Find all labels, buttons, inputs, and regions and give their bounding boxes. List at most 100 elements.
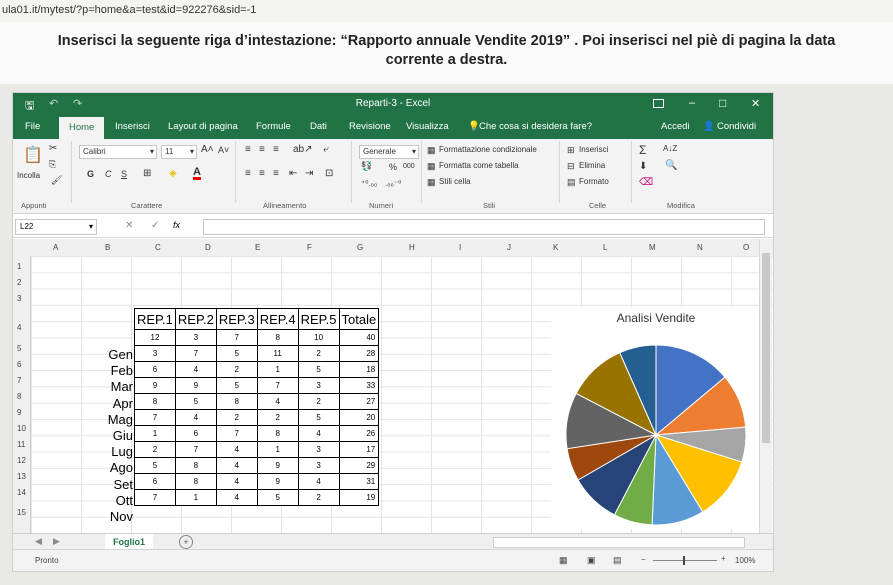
value-cell[interactable]: 7 (215, 329, 258, 346)
value-cell[interactable]: 9 (256, 473, 299, 490)
page-layout-view-icon[interactable]: ▣ (587, 555, 596, 566)
tab-page-layout[interactable]: Layout di pagina (168, 121, 238, 132)
value-cell[interactable]: 4 (215, 441, 258, 458)
borders-icon[interactable]: ⊞ (143, 168, 151, 179)
font-size-combo[interactable]: 11 ▾ (161, 145, 197, 159)
total-cell[interactable]: 31 (338, 473, 380, 490)
total-cell[interactable]: 40 (338, 329, 380, 346)
row-header[interactable]: 14 (17, 488, 26, 497)
decrease-decimal-icon[interactable]: .₀₀⁻⁰ (385, 179, 401, 188)
row-header[interactable]: 15 (17, 508, 26, 517)
scrollbar-thumb[interactable] (762, 253, 770, 443)
add-sheet-button[interactable]: + (179, 535, 193, 549)
column-header[interactable]: N (697, 243, 703, 252)
month-label[interactable]: Gen (93, 347, 133, 362)
value-cell[interactable]: 1 (256, 361, 299, 378)
align-top-icon[interactable]: ≡ (245, 144, 251, 155)
total-cell[interactable]: 19 (338, 489, 380, 506)
column-header[interactable]: F (307, 243, 312, 252)
column-header[interactable]: H (409, 243, 415, 252)
wrap-text-icon[interactable]: ⤶ (323, 144, 329, 155)
table-header[interactable]: REP.1 (134, 308, 176, 330)
total-cell[interactable]: 28 (338, 345, 380, 362)
column-header[interactable]: O (743, 243, 749, 252)
column-header[interactable]: G (357, 243, 363, 252)
align-middle-icon[interactable]: ≡ (259, 144, 265, 155)
value-cell[interactable]: 5 (215, 377, 258, 394)
column-header[interactable]: E (255, 243, 260, 252)
row-header[interactable]: 10 (17, 424, 26, 433)
value-cell[interactable]: 4 (174, 409, 217, 426)
autosum-icon[interactable]: Σ (639, 143, 646, 157)
pie-chart[interactable]: Analisi Vendite (551, 307, 761, 529)
value-cell[interactable]: 7 (174, 441, 217, 458)
zoom-level[interactable]: 100% (735, 556, 755, 565)
table-header[interactable]: REP.2 (174, 308, 217, 330)
value-cell[interactable]: 6 (174, 425, 217, 442)
value-cell[interactable]: 8 (134, 393, 176, 410)
column-header[interactable]: I (459, 243, 461, 252)
tell-me-box[interactable]: Che cosa si desidera fare? (479, 121, 592, 132)
find-select-icon[interactable]: 🔍 (665, 160, 677, 171)
tab-review[interactable]: Revisione (349, 121, 391, 132)
cut-icon[interactable]: ✂ (49, 143, 57, 154)
value-cell[interactable]: 1 (174, 489, 217, 506)
delete-cells-button[interactable]: Elimina (579, 161, 605, 170)
total-cell[interactable]: 26 (338, 425, 380, 442)
align-right-icon[interactable]: ≡ (273, 168, 279, 179)
value-cell[interactable]: 2 (297, 345, 340, 362)
total-cell[interactable]: 18 (338, 361, 380, 378)
ribbon-display-icon[interactable] (653, 99, 664, 108)
increase-decimal-icon[interactable]: ⁺⁰.₀₀ (361, 179, 377, 188)
cancel-icon[interactable]: ✕ (125, 220, 133, 231)
sign-in-link[interactable]: Accedi (661, 121, 690, 132)
row-header[interactable]: 13 (17, 472, 26, 481)
zoom-slider[interactable] (653, 560, 717, 561)
font-color-icon[interactable]: A (193, 167, 201, 180)
value-cell[interactable]: 4 (215, 489, 258, 506)
total-cell[interactable]: 33 (338, 377, 380, 394)
align-center-icon[interactable]: ≡ (259, 168, 265, 179)
value-cell[interactable]: 4 (256, 393, 299, 410)
align-left-icon[interactable]: ≡ (245, 168, 251, 179)
value-cell[interactable]: 5 (297, 409, 340, 426)
row-header[interactable]: 1 (17, 262, 21, 271)
row-header[interactable]: 5 (17, 344, 21, 353)
name-box[interactable]: L22 ▾ (15, 219, 97, 235)
page-break-view-icon[interactable]: ▤ (613, 555, 622, 566)
clear-icon[interactable]: ⌫ (639, 177, 653, 188)
value-cell[interactable]: 9 (174, 377, 217, 394)
scroll-right-icon[interactable]: ▶ (53, 536, 60, 547)
value-cell[interactable]: 8 (174, 457, 217, 474)
table-header[interactable]: REP.5 (297, 308, 340, 330)
value-cell[interactable]: 4 (297, 425, 340, 442)
value-cell[interactable]: 1 (256, 441, 299, 458)
column-header[interactable]: J (507, 243, 511, 252)
total-cell[interactable]: 27 (338, 393, 380, 410)
tab-formulas[interactable]: Formule (256, 121, 291, 132)
value-cell[interactable]: 2 (134, 441, 176, 458)
value-cell[interactable]: 7 (134, 489, 176, 506)
value-cell[interactable]: 7 (134, 409, 176, 426)
copy-icon[interactable]: ⎘ (49, 159, 56, 170)
number-format-combo[interactable]: Generale ▾ (359, 145, 419, 159)
horizontal-scrollbar[interactable] (493, 537, 745, 548)
value-cell[interactable]: 3 (174, 329, 217, 346)
value-cell[interactable]: 5 (174, 393, 217, 410)
value-cell[interactable]: 2 (256, 409, 299, 426)
tab-home[interactable]: Home (59, 117, 105, 139)
column-header[interactable]: D (205, 243, 211, 252)
zoom-slider-handle[interactable] (683, 556, 685, 565)
value-cell[interactable]: 8 (256, 425, 299, 442)
conditional-format-button[interactable]: Formattazione condizionale (439, 145, 537, 154)
tab-file[interactable]: File (25, 121, 40, 132)
format-cells-button[interactable]: Formato (579, 177, 609, 186)
table-header[interactable]: REP.3 (215, 308, 258, 330)
total-cell[interactable]: 17 (338, 441, 380, 458)
clipboard-icon[interactable]: 📋 (23, 145, 43, 165)
value-cell[interactable]: 2 (215, 409, 258, 426)
maximize-button[interactable]: □ (719, 96, 726, 110)
cell-styles-button[interactable]: Stili cella (439, 177, 471, 186)
zoom-in-button[interactable]: + (721, 554, 726, 563)
value-cell[interactable]: 8 (215, 393, 258, 410)
